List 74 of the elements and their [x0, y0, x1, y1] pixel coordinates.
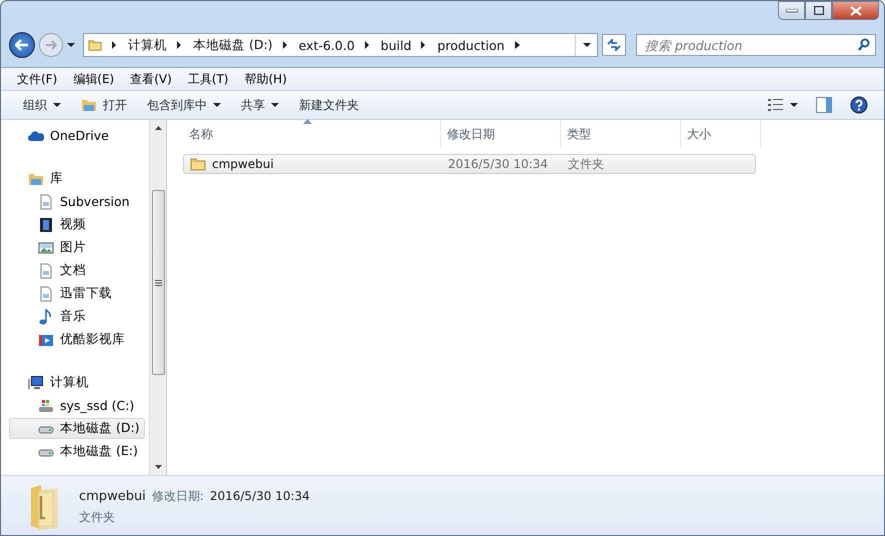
refresh-button[interactable] [602, 34, 626, 56]
grip-icon [154, 280, 162, 286]
arrow-left-icon [15, 39, 29, 51]
item-type: 文件夹 [79, 509, 116, 526]
file-name: cmpwebui [184, 156, 442, 172]
toolbar-button[interactable]: 组织 [23, 96, 61, 114]
chevron-icon [514, 41, 520, 49]
preview-pane-button[interactable] [816, 97, 832, 113]
scroll-up-icon[interactable] [154, 126, 162, 130]
minimize-icon [786, 8, 798, 12]
maximize-icon [814, 6, 824, 15]
address-bar[interactable]: 计算机 本地磁盘 (D:) ext-6.0.0 build production [83, 33, 598, 57]
toolbar-button[interactable]: 新建文件夹 [299, 96, 359, 114]
nav-item[interactable]: 图片 [9, 237, 145, 258]
nav-item[interactable]: 音乐 [9, 306, 145, 327]
nav-item[interactable]: sys_ssd (C:) [9, 395, 145, 416]
nav-item[interactable]: OneDrive [9, 125, 145, 146]
drive-icon [38, 398, 54, 414]
picture-icon [38, 240, 54, 256]
scrollbar[interactable] [149, 120, 167, 475]
breadcrumb[interactable]: build [364, 38, 412, 52]
document-icon [38, 194, 54, 210]
view-options-button[interactable] [768, 99, 798, 111]
nav-item[interactable]: 迅雷下载 [9, 283, 145, 304]
column-header[interactable]: 修改日期 [441, 120, 561, 148]
menu-item[interactable]: 文件(F) [11, 70, 64, 88]
nav-item[interactable]: 计算机 [9, 372, 145, 393]
file-row[interactable]: cmpwebui 2016/5/30 10:34 文件夹 [183, 154, 756, 174]
folder-icon [29, 484, 59, 530]
nav-item[interactable]: 库 [9, 168, 145, 189]
scroll-down-icon[interactable] [154, 465, 162, 469]
file-type: 文件夹 [567, 156, 605, 172]
nav-item[interactable]: Subversion [9, 191, 145, 212]
minimize-button[interactable] [778, 1, 805, 20]
computer-icon [28, 374, 44, 390]
selected-item-name: cmpwebui [79, 489, 146, 504]
breadcrumb[interactable]: 计算机 [112, 36, 167, 54]
toolbar-button[interactable]: 共享 [241, 96, 279, 114]
nav-item[interactable]: 本地磁盘 (D:) [9, 418, 145, 439]
breadcrumb[interactable]: production [421, 38, 505, 52]
nav-item[interactable]: 视频 [9, 214, 145, 235]
menu-item[interactable]: 工具(T) [182, 70, 234, 88]
nav-item[interactable]: 文档 [9, 260, 145, 281]
menu-item[interactable]: 编辑(E) [67, 70, 120, 88]
folder-icon [81, 97, 97, 113]
search-icon [858, 38, 870, 51]
modified-date: 2016/5/30 10:34 [447, 157, 549, 171]
folder-icon [190, 156, 206, 172]
column-header[interactable]: 名称 [183, 120, 441, 148]
arrow-right-icon [45, 40, 57, 50]
menu-item[interactable]: 查看(V) [124, 70, 178, 88]
menu-item[interactable]: 帮助(H) [238, 70, 293, 88]
back-button[interactable] [9, 32, 35, 58]
toolbar-button[interactable]: 打开 [81, 96, 127, 114]
close-button[interactable] [832, 1, 879, 20]
breadcrumb[interactable]: ext-6.0.0 [282, 38, 355, 52]
toolbar-button[interactable]: 包含到库中 [147, 96, 221, 114]
column-header[interactable]: 大小 [681, 120, 761, 148]
modified-label: 修改日期: [152, 488, 204, 505]
nav-item[interactable]: 优酷影视库 [9, 329, 145, 350]
breadcrumb[interactable]: 本地磁盘 (D:) [177, 36, 273, 54]
column-header[interactable]: 类型 [561, 120, 681, 148]
document-icon [38, 286, 54, 302]
maximize-button[interactable] [805, 1, 832, 20]
search-field[interactable]: 搜索 production [636, 34, 876, 56]
help-button[interactable] [850, 96, 868, 114]
refresh-icon [607, 39, 621, 51]
document-icon [38, 262, 54, 278]
close-icon [850, 6, 862, 16]
modified-value: 2016/5/30 10:34 [210, 489, 310, 503]
history-dropdown[interactable] [67, 43, 75, 47]
music-note-icon [38, 308, 54, 324]
film-icon [38, 216, 54, 232]
nav-item[interactable]: 本地磁盘 (E:) [9, 441, 145, 462]
